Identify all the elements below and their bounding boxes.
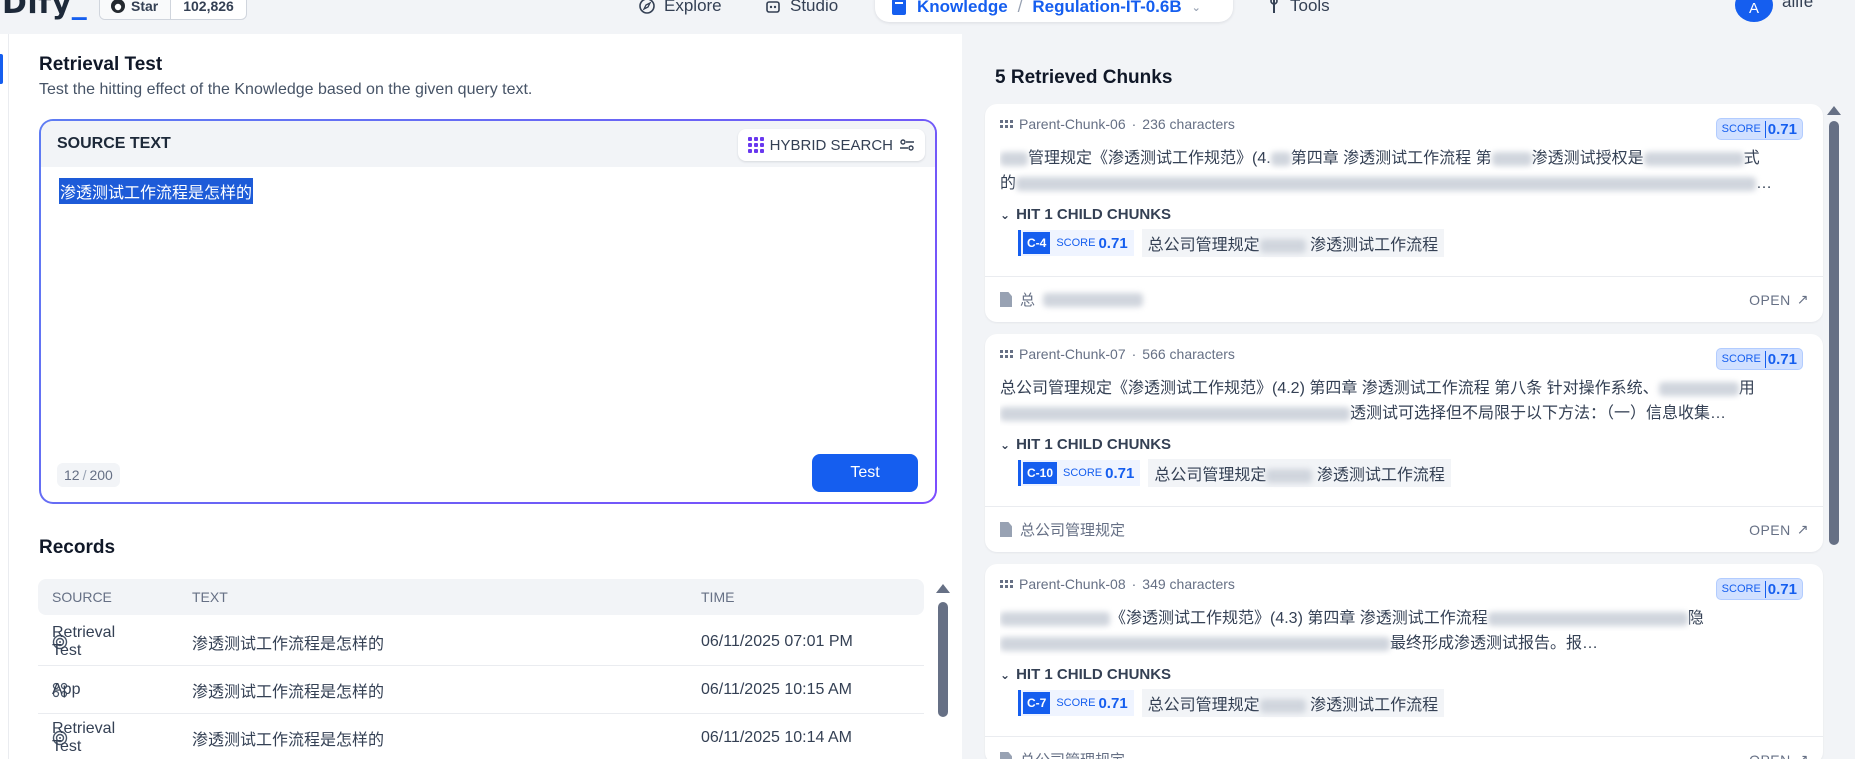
avatar[interactable]: A [1735,0,1773,22]
source-header: SOURCE TEXT HYBRID SEARCH [41,121,935,167]
github-star-button[interactable]: Star [100,0,172,19]
records-title: Records [39,537,116,558]
nav-explore[interactable]: Explore [638,0,722,20]
chunk-name: Parent-Chunk-08 [1019,576,1126,592]
github-icon [111,0,125,13]
query-textarea[interactable]: 渗透测试工作流程是怎样的 [59,178,254,204]
side-nav-strip [0,34,9,759]
arrow-up-right-icon: ↗ [1796,521,1809,537]
hit-child-toggle[interactable]: ⌄ HIT 1 CHILD CHUNKS [1000,666,1171,683]
scroll-up-arrow-icon[interactable] [1827,106,1841,115]
chevron-down-icon[interactable]: ⌄ [1192,1,1201,14]
nav-knowledge[interactable]: Knowledge / Regulation-IT-0.6B ⌄ [875,0,1233,22]
chunk-chars: 349 characters [1142,576,1235,592]
table-row[interactable]: Retrieval Test 渗透测试工作流程是怎样的 06/11/2025 1… [38,714,924,759]
chunk-text-line: 最终形成渗透测试报告。报… [1000,631,1790,656]
open-button[interactable]: OPEN ↗ [1749,507,1809,552]
score-badge: SCORE 0.71 [1715,578,1803,600]
records-scrollbar[interactable] [936,584,950,759]
scroll-thumb[interactable] [1829,121,1839,545]
chunk-card[interactable]: Parent-Chunk-08 · 349 characters SCORE 0.… [985,564,1823,759]
settings-sliders-icon [900,139,914,151]
chunk-text-line: 透测试可选择但不局限于以下方法：（一）信息收集… [1000,401,1790,426]
document-icon [1000,752,1012,759]
robot-icon [766,1,780,13]
open-button[interactable]: OPEN ↗ [1749,737,1809,759]
open-button[interactable]: OPEN ↗ [1749,277,1809,322]
child-chunk-id: C-10 [1023,462,1058,484]
document-icon [1000,292,1012,307]
nav-studio[interactable]: Studio [764,0,838,20]
drag-handle-icon [1000,120,1013,128]
page-description: Test the hitting effect of the Knowledge… [39,81,533,98]
chunk-name: Parent-Chunk-06 [1019,116,1126,132]
chunks-title: 5 Retrieved Chunks [995,67,1173,88]
child-chunk[interactable]: C-10 SCORE 0.71 总公司管理规定 渗透测试工作流程 [1018,459,1451,487]
child-chunk-id: C-4 [1023,232,1051,254]
search-mode-button[interactable]: HYBRID SEARCH [737,129,925,161]
chunk-text-line: 管理规定《渗透测试工作规范》(4. 第四章 渗透测试工作流程 第渗透测试授权是式 [1000,146,1790,171]
nav-tools[interactable]: Tools [1266,0,1330,20]
child-chunk-text: 总公司管理规定 渗透测试工作流程 [1141,689,1445,717]
app-logo[interactable]: Dify_ [2,0,87,21]
arrow-up-right-icon: ↗ [1796,751,1809,759]
wrench-icon [1270,0,1278,13]
child-chunk[interactable]: C-7 SCORE 0.71 总公司管理规定 渗透测试工作流程 [1018,689,1445,717]
active-indicator [0,54,3,84]
arrow-up-right-icon: ↗ [1796,291,1809,307]
chunk-chars: 236 characters [1142,116,1235,132]
child-chunk[interactable]: C-4 SCORE 0.71 总公司管理规定 渗透测试工作流程 [1018,229,1445,257]
chevron-down-icon: ⌄ [1000,667,1011,682]
chunk-text-line: 总公司管理规定《渗透测试工作规范》(4.2) 第四章 渗透测试工作流程 第八条 … [1000,380,1755,397]
hit-child-toggle[interactable]: ⌄ HIT 1 CHILD CHUNKS [1000,436,1171,453]
page-title: Retrieval Test [39,54,163,75]
table-row[interactable]: Retrieval Test 渗透测试工作流程是怎样的 06/11/2025 0… [38,618,924,666]
book-icon [892,0,906,15]
score-badge: SCORE 0.71 [1715,348,1803,370]
char-counter: 12/200 [57,463,120,487]
child-chunk-id: C-7 [1023,692,1051,714]
source-text-box: SOURCE TEXT HYBRID SEARCH 渗透测试工作流程是怎样的 1… [39,119,937,504]
hit-child-toggle[interactable]: ⌄ HIT 1 CHILD CHUNKS [1000,206,1171,223]
retrieval-test-panel: Retrieval Test Test the hitting effect o… [9,34,962,759]
column-time: TIME [701,589,735,605]
top-bar: Dify_ Star 102,826 Explore Studio Knowle… [0,0,1855,34]
github-star-widget[interactable]: Star 102,826 [99,0,247,20]
chunk-card[interactable]: Parent-Chunk-06 · 236 characters SCORE 0.… [985,104,1823,322]
chunk-text-line: 的… [1000,175,1773,192]
chevron-down-icon: ⌄ [1000,207,1011,222]
table-row[interactable]: App 渗透测试工作流程是怎样的 06/11/2025 10:15 AM [38,666,924,714]
source-document[interactable]: 总 [1000,277,1144,322]
chunks-scrollbar[interactable] [1827,106,1841,746]
chunk-text-line: 《渗透测试工作规范》(4.3) 第四章 渗透测试工作流程隐 [1000,606,1790,631]
test-button[interactable]: Test [812,454,918,492]
github-star-count: 102,826 [183,0,234,14]
scroll-up-arrow-icon[interactable] [936,584,950,593]
chevron-down-icon: ⌄ [1000,437,1011,452]
drag-handle-icon [1000,350,1013,358]
drag-handle-icon [1000,580,1013,588]
chunk-name: Parent-Chunk-07 [1019,346,1126,362]
score-badge: SCORE 0.71 [1715,118,1803,140]
scroll-thumb[interactable] [938,602,948,717]
child-chunk-text: 总公司管理规定 渗透测试工作流程 [1141,229,1445,257]
hybrid-search-icon [747,137,764,153]
column-text: TEXT [192,589,228,605]
dataset-selector[interactable]: Regulation-IT-0.6B [1032,0,1181,17]
source-document[interactable]: 总公司管理规定 [1000,737,1125,759]
records-table-header: SOURCE TEXT TIME [38,579,924,615]
child-chunk-text: 总公司管理规定 渗透测试工作流程 [1148,459,1451,487]
source-document[interactable]: 总公司管理规定 [1000,507,1125,552]
source-text-label: SOURCE TEXT [57,135,171,152]
chunk-card[interactable]: Parent-Chunk-07 · 566 characters SCORE 0.… [985,334,1823,552]
document-icon [1000,522,1012,537]
chunk-chars: 566 characters [1142,346,1235,362]
column-source: SOURCE [52,589,112,605]
compass-icon [639,0,655,14]
username[interactable]: alife [1782,0,1813,12]
